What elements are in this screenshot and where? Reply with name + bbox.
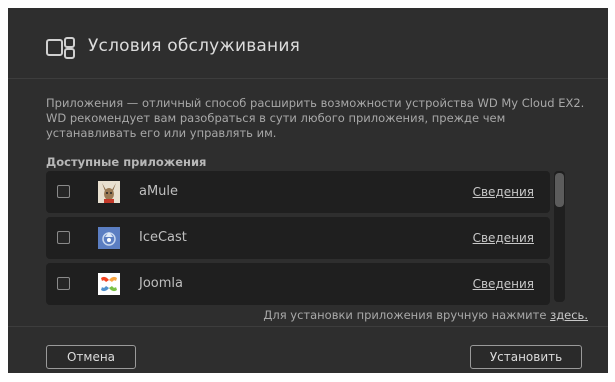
cancel-button[interactable]: Отмена [46, 345, 136, 369]
available-apps-label: Доступные приложения [46, 155, 207, 169]
install-button[interactable]: Установить [470, 345, 582, 369]
app-list: aMule Сведения IceCast Сведения Joomla С… [46, 171, 550, 309]
amule-icon [98, 181, 120, 203]
icecast-icon [98, 227, 120, 249]
manual-install-link[interactable]: здесь. [550, 308, 588, 322]
manual-install-text: Для установки приложения вручную нажмите [263, 308, 547, 322]
app-name-icecast: IceCast [139, 230, 187, 245]
app-list-scrollbar[interactable] [554, 171, 565, 302]
app-name-amule: aMule [139, 184, 179, 199]
dialog-title: Условия обслуживания [88, 36, 301, 56]
details-link-icecast[interactable]: Сведения [473, 231, 534, 245]
app-row-icecast: IceCast Сведения [46, 217, 550, 259]
details-link-amule[interactable]: Сведения [473, 185, 534, 199]
details-link-joomla[interactable]: Сведения [473, 277, 534, 291]
dialog-header: Условия обслуживания [8, 8, 608, 79]
app-checkbox-amule[interactable] [57, 185, 70, 198]
app-name-joomla: Joomla [139, 276, 183, 291]
dialog-footer: Отмена Установить [8, 326, 608, 374]
dialog-description: Приложения — отличный способ расширить в… [46, 96, 585, 140]
app-row-joomla: Joomla Сведения [46, 263, 550, 305]
app-checkbox-icecast[interactable] [57, 231, 70, 244]
app-checkbox-joomla[interactable] [57, 277, 70, 290]
terms-of-service-dialog: Условия обслуживания Приложения — отличн… [8, 8, 608, 373]
joomla-icon [98, 273, 120, 295]
apps-icon [46, 37, 75, 59]
manual-install-note: Для установки приложения вручную нажмите… [263, 308, 588, 322]
scroll-thumb[interactable] [555, 173, 564, 207]
app-row-amule: aMule Сведения [46, 171, 550, 213]
